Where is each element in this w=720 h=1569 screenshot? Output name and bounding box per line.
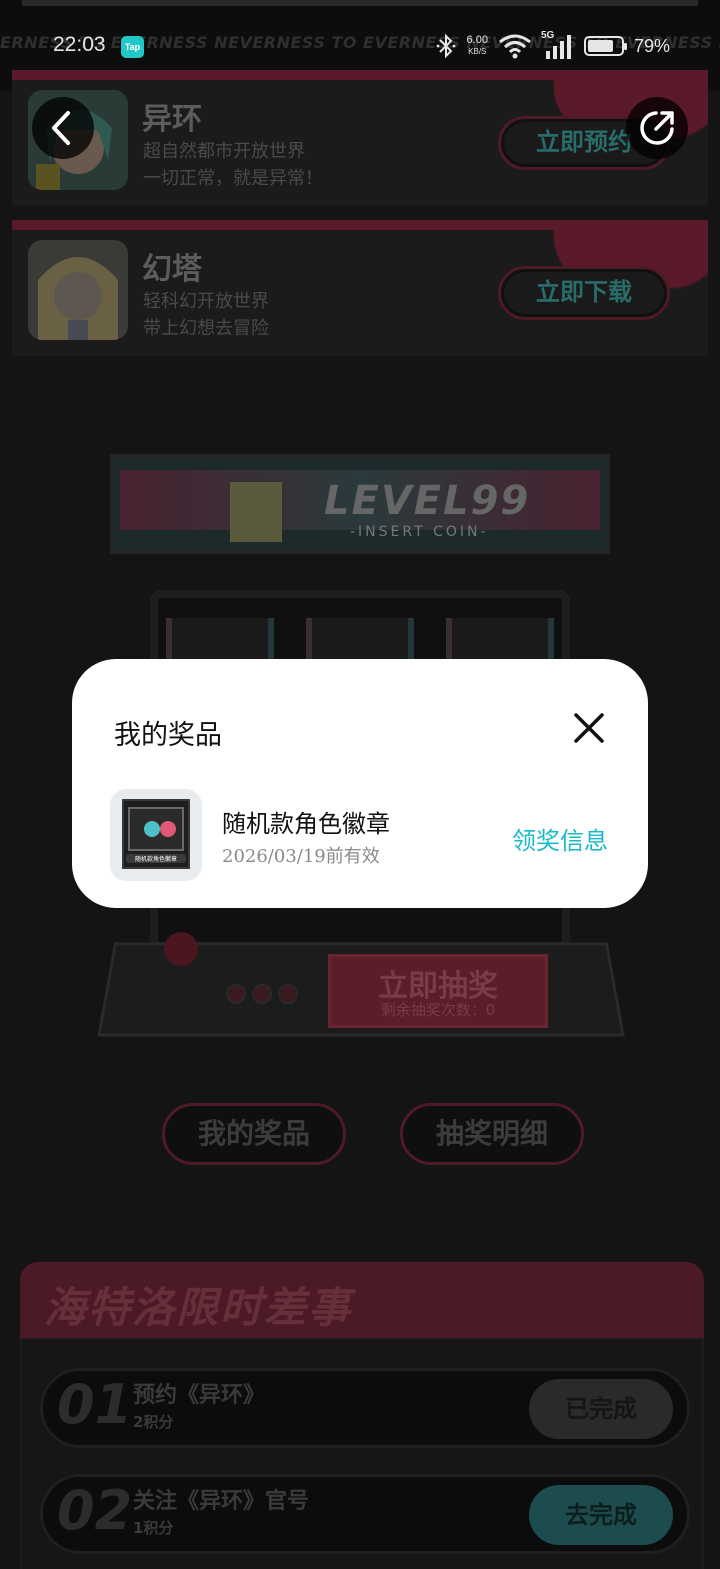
dialog-title: 我的奖品	[114, 720, 222, 751]
badge-icon	[160, 821, 176, 837]
page: ERNESS TO EVERNESS NEVERNESS TO EVERNESS…	[0, 0, 720, 1569]
prize-image: 随机款角色徽章	[122, 799, 190, 869]
my-prizes-dialog: 我的奖品 随机款角色徽章 随机款角色徽章 2026/03/19前有效 领奖信息	[72, 659, 648, 908]
prize-thumb-label: 随机款角色徽章	[126, 854, 186, 863]
prize-name: 随机款角色徽章	[222, 810, 390, 838]
prize-validity: 2026/03/19前有效	[222, 846, 380, 867]
prize-thumbnail: 随机款角色徽章	[110, 789, 202, 881]
prize-image-screen	[128, 807, 184, 851]
badge-icon	[144, 821, 160, 837]
close-icon[interactable]	[570, 709, 608, 747]
claim-info-link[interactable]: 领奖信息	[512, 821, 608, 856]
